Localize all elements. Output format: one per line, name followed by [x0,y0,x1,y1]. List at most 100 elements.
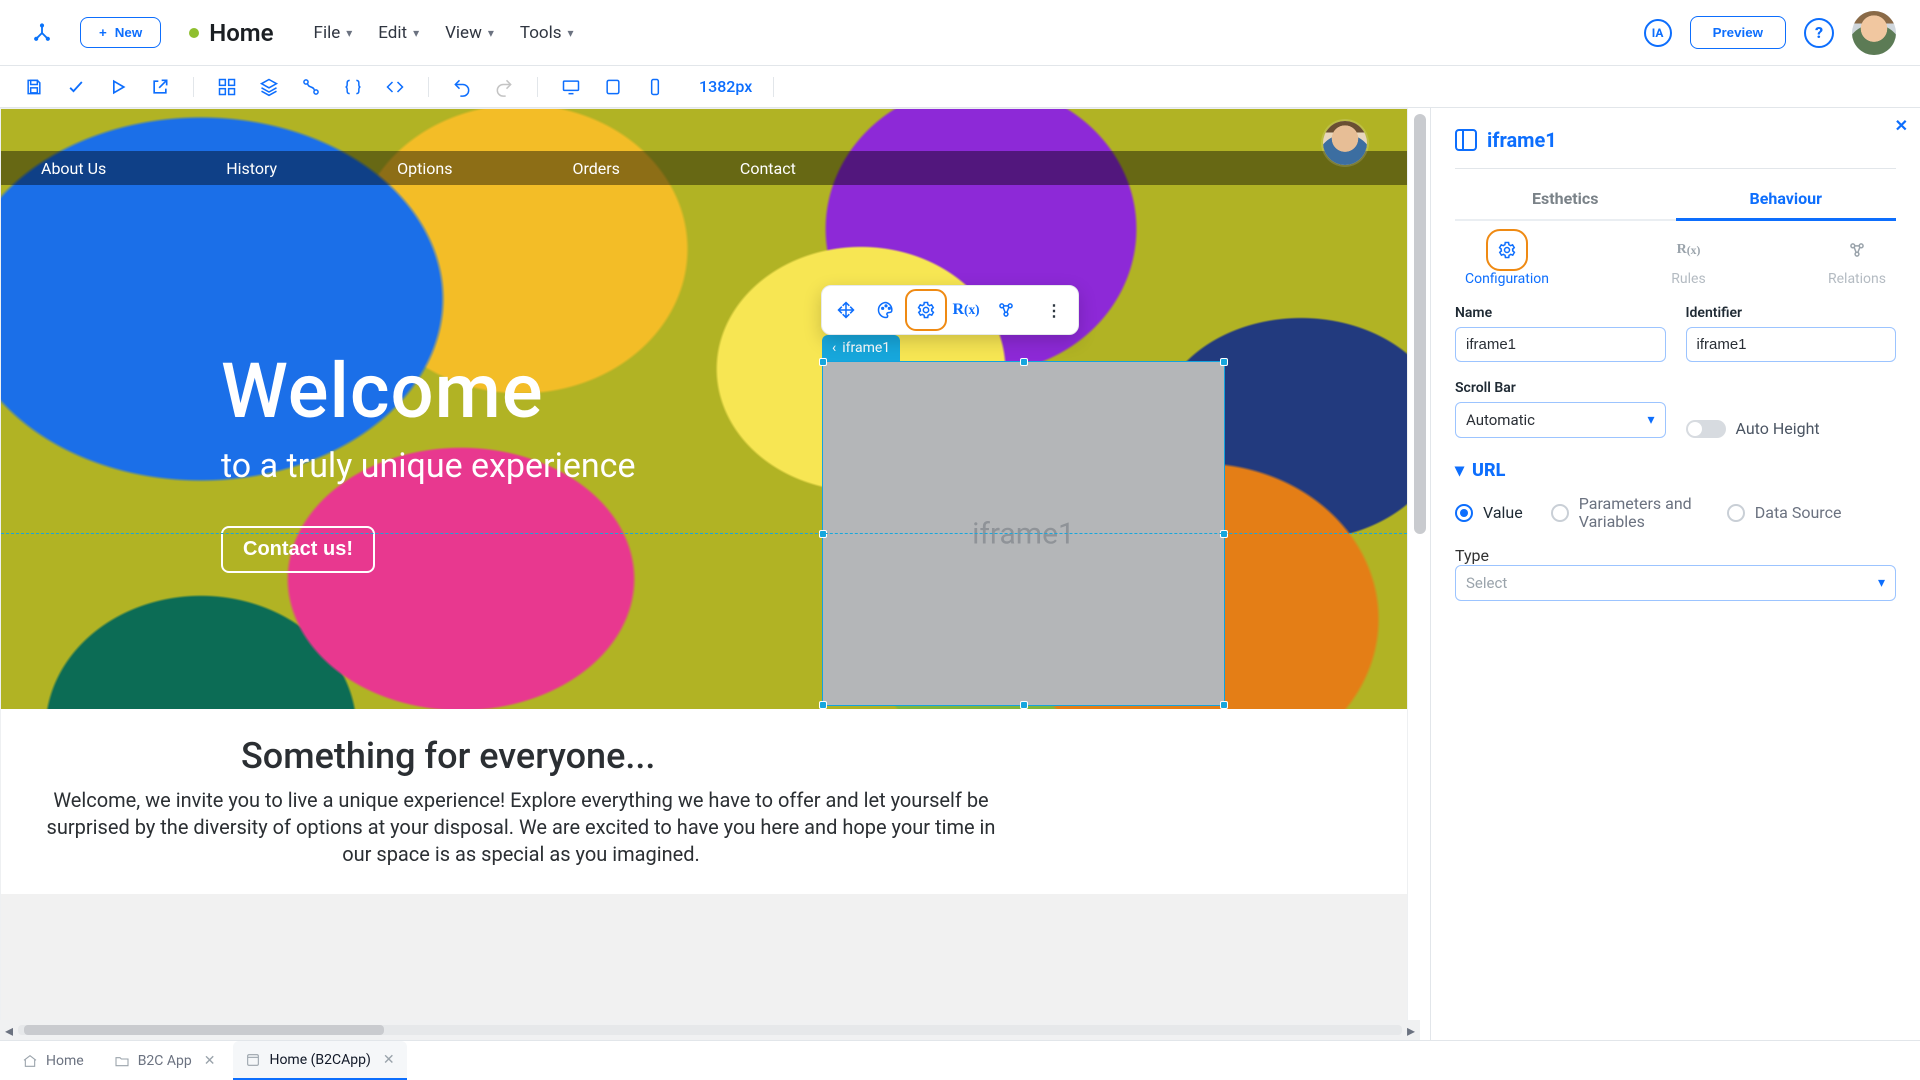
tab-home-b2capp[interactable]: Home (B2CApp) ✕ [233,1041,406,1080]
chevron-down-icon: ▾ [1878,575,1885,591]
separator [773,77,774,97]
radio-icon [1551,504,1569,522]
inspector-tabs: Esthetics Behaviour [1455,179,1896,221]
radio-params[interactable]: Parameters and Variables [1551,495,1699,530]
radio-icon [1455,504,1473,522]
menu-file[interactable]: File▾ [314,23,353,43]
subtab-configuration[interactable]: Configuration [1465,235,1549,287]
new-button-label: New [115,25,142,40]
chevron-down-icon: ▾ [1647,412,1654,428]
canvas-horizontal-scrollbar[interactable]: ◂ ▸ [0,1020,1420,1040]
tab-home[interactable]: Home [10,1041,96,1080]
subtab-rules[interactable]: R(x) Rules [1671,235,1705,287]
canvas[interactable]: About Us History Options Orders Contact … [0,108,1408,1040]
toolbar: 1382px [0,66,1920,108]
scrollbar-select[interactable]: Automatic ▾ [1455,402,1666,438]
scroll-left-icon[interactable]: ◂ [0,1021,18,1040]
device-desktop-icon[interactable] [559,75,583,99]
resize-handle[interactable] [1020,701,1028,709]
resize-handle[interactable] [819,701,827,709]
canvas-size: 1382px [699,77,752,96]
move-icon[interactable] [828,292,864,328]
preview-button[interactable]: Preview [1690,16,1786,49]
auto-height-toggle[interactable] [1686,420,1726,438]
device-phone-icon[interactable] [643,75,667,99]
scrollbar-track[interactable] [18,1025,1402,1035]
relations-icon[interactable] [988,292,1024,328]
close-icon[interactable]: ✕ [1895,116,1908,135]
chevron-left-icon: ‹ [832,340,836,356]
save-icon[interactable] [22,75,46,99]
app-header: + New Home File▾ Edit▾ View▾ Tools▾ IA P… [0,0,1920,66]
type-select[interactable]: Select ▾ [1455,565,1896,601]
close-icon[interactable]: ✕ [383,1052,395,1068]
undo-icon[interactable] [450,75,474,99]
menu-tools[interactable]: Tools▾ [520,23,574,43]
resize-handle[interactable] [1220,701,1228,709]
play-icon[interactable] [106,75,130,99]
connections-icon[interactable] [299,75,323,99]
close-icon[interactable]: ✕ [204,1053,216,1069]
menu-edit[interactable]: Edit▾ [378,23,419,43]
resize-handle[interactable] [1220,358,1228,366]
chevron-down-icon: ▾ [413,26,419,40]
below-hero: Something for everyone... Welcome, we in… [1,709,1407,894]
more-menu-icon[interactable]: ⋮ [1036,292,1072,328]
url-radio-group: Value Parameters and Variables Data Sour… [1455,495,1896,530]
hero-avatar [1323,121,1367,165]
resize-handle[interactable] [1020,358,1028,366]
gear-icon [1492,235,1522,265]
main: About Us History Options Orders Contact … [0,108,1920,1040]
menu-view[interactable]: View▾ [445,23,494,43]
folder-icon [114,1053,130,1069]
radio-datasource[interactable]: Data Source [1727,503,1842,522]
help-icon[interactable]: ? [1804,18,1834,48]
settings-gear-icon[interactable] [908,292,944,328]
tab-behaviour[interactable]: Behaviour [1676,179,1897,221]
selection-chip-label: iframe1 [842,340,890,356]
scroll-right-icon[interactable]: ▸ [1402,1021,1420,1040]
palette-icon[interactable] [868,292,904,328]
type-label: Type [1455,546,1489,565]
open-external-icon[interactable] [148,75,172,99]
rules-rx-icon[interactable]: R(x) [948,292,984,328]
subtab-relations[interactable]: Relations [1828,235,1886,287]
selection-chip[interactable]: ‹ iframe1 [822,335,900,361]
resize-handle[interactable] [819,358,827,366]
components-icon[interactable] [215,75,239,99]
chevron-down-icon: ▾ [346,26,352,40]
name-label: Name [1455,305,1666,321]
relations-icon [1842,235,1872,265]
status-dot-icon [189,28,199,38]
scrollbar-thumb[interactable] [1414,114,1426,534]
tab-b2c-app[interactable]: B2C App ✕ [102,1041,228,1080]
new-button[interactable]: + New [80,17,161,48]
check-icon[interactable] [64,75,88,99]
inspector-title-label: iframe1 [1487,128,1557,152]
redo-icon[interactable] [492,75,516,99]
name-input[interactable] [1455,327,1666,362]
radio-value[interactable]: Value [1455,503,1523,522]
device-tablet-icon[interactable] [601,75,625,99]
rules-rx-icon: R(x) [1673,235,1703,265]
layers-icon[interactable] [257,75,281,99]
chevron-down-icon: ▾ [488,26,494,40]
breadcrumb-label: Home [209,19,273,47]
tab-esthetics[interactable]: Esthetics [1455,179,1676,219]
hero-title: Welcome [221,346,544,436]
ia-badge-icon[interactable]: IA [1644,19,1672,47]
logo-icon [24,15,60,51]
hero-content: Welcome to a truly unique experience Con… [1,109,821,709]
braces-icon[interactable] [341,75,365,99]
radio-icon [1727,504,1745,522]
guide-horizontal [1,533,1407,534]
canvas-vertical-scrollbar[interactable] [1410,108,1430,1040]
user-avatar[interactable] [1852,11,1896,55]
inspector-form: Name Identifier Scroll Bar Automatic ▾ A… [1455,305,1896,438]
separator [537,77,538,97]
identifier-input[interactable] [1686,327,1897,362]
breadcrumb: Home [189,19,273,47]
code-icon[interactable] [383,75,407,99]
scrollbar-thumb[interactable] [24,1025,384,1035]
top-menus: File▾ Edit▾ View▾ Tools▾ [314,23,574,43]
